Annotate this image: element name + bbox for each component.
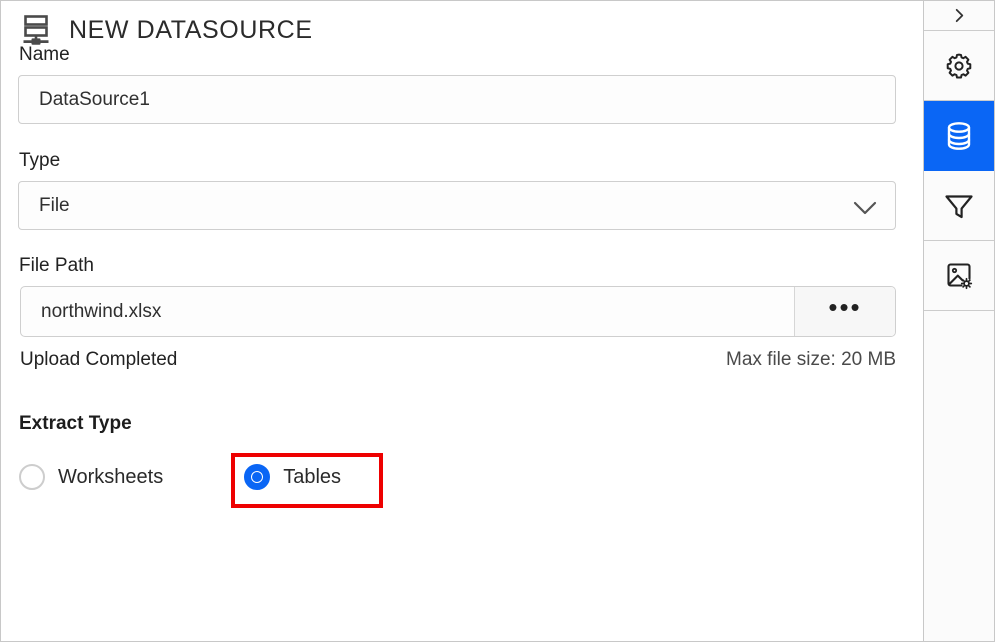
chevron-right-icon bbox=[952, 8, 967, 23]
sidebar-item-settings[interactable] bbox=[924, 31, 994, 101]
right-sidebar bbox=[923, 1, 994, 641]
type-select-value: File bbox=[39, 194, 70, 216]
sidebar-empty-area bbox=[924, 311, 994, 641]
extract-type-radio-group: Worksheets Tables bbox=[1, 449, 923, 508]
browse-button[interactable]: ••• bbox=[794, 287, 895, 336]
new-datasource-panel: NEW DATASOURCE Name DataSource1 Type Fil… bbox=[0, 0, 995, 642]
max-file-size: Max file size: 20 MB bbox=[726, 349, 896, 370]
upload-status: Upload Completed bbox=[20, 349, 178, 370]
file-path-input[interactable]: northwind.xlsx bbox=[21, 287, 794, 336]
datasource-icon bbox=[21, 13, 55, 47]
sidebar-item-datasource[interactable] bbox=[924, 101, 994, 171]
radio-indicator-worksheets[interactable] bbox=[19, 464, 45, 490]
sidebar-item-filter[interactable] bbox=[924, 171, 994, 241]
radio-indicator-tables[interactable] bbox=[244, 464, 271, 490]
field-extract-type: Extract Type Worksheets Tables bbox=[1, 413, 923, 508]
gear-icon bbox=[943, 50, 975, 82]
radio-label-tables: Tables bbox=[283, 465, 342, 488]
sidebar-item-expand-panel[interactable] bbox=[924, 1, 994, 31]
sidebar-item-image-settings[interactable] bbox=[924, 241, 994, 311]
field-type: Type File bbox=[1, 151, 923, 230]
field-file-path: File Path northwind.xlsx ••• Upload Comp… bbox=[1, 256, 923, 371]
database-icon bbox=[943, 120, 975, 152]
file-path-label: File Path bbox=[19, 255, 94, 276]
extract-type-label: Extract Type bbox=[19, 413, 132, 434]
funnel-icon bbox=[943, 190, 975, 222]
type-label: Type bbox=[19, 150, 61, 171]
radio-label-worksheets: Worksheets bbox=[58, 465, 164, 488]
name-label: Name bbox=[19, 44, 70, 65]
ellipsis-icon: ••• bbox=[828, 291, 862, 322]
file-path-row: northwind.xlsx ••• bbox=[20, 286, 896, 337]
radio-option-worksheets[interactable]: Worksheets bbox=[19, 457, 163, 497]
image-settings-icon bbox=[943, 260, 975, 292]
name-input[interactable]: DataSource1 bbox=[18, 75, 896, 124]
page-header: NEW DATASOURCE bbox=[1, 1, 923, 45]
field-name: Name DataSource1 bbox=[1, 45, 923, 124]
upload-status-row: Upload Completed Max file size: 20 MB bbox=[1, 349, 915, 371]
type-select[interactable]: File bbox=[18, 181, 896, 230]
chevron-down-icon bbox=[853, 199, 877, 214]
radio-option-tables[interactable]: Tables bbox=[222, 457, 365, 497]
datasource-form: NEW DATASOURCE Name DataSource1 Type Fil… bbox=[1, 1, 923, 641]
page-title: NEW DATASOURCE bbox=[69, 15, 313, 44]
